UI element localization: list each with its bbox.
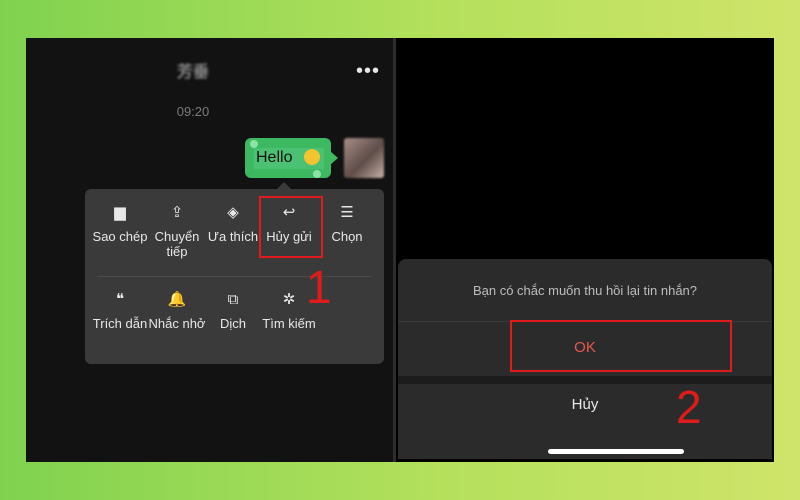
bubble-tail: [330, 151, 338, 165]
message-timestamp: 09:20: [176, 104, 210, 119]
selection-handle-start[interactable]: [250, 140, 258, 148]
menu-item-label: Chuyển tiếp: [154, 229, 200, 259]
sheet-gap: [398, 376, 772, 384]
menu-item-remind[interactable]: 🔔 Nhắc nhở: [147, 292, 207, 331]
quote-icon: ❝: [115, 291, 125, 308]
cancel-button[interactable]: Hủy: [398, 396, 772, 413]
menu-item-select[interactable]: ☰ Chọn: [317, 205, 377, 244]
message-text: Hello: [256, 149, 293, 166]
menu-item-forward[interactable]: ⇪ Chuyển tiếp: [147, 205, 207, 259]
menu-item-copy[interactable]: ▆ Sao chép: [90, 205, 150, 244]
menu-item-favorite[interactable]: ◈ Ưa thích: [203, 205, 263, 244]
menu-item-label: Ưa thích: [207, 229, 259, 244]
menu-item-quote[interactable]: ❝ Trích dẫn: [90, 292, 150, 331]
home-indicator: [548, 449, 684, 454]
message-context-menu: ▆ Sao chép ⇪ Chuyển tiếp ◈ Ưa thích ↩ Hủ…: [85, 182, 384, 364]
screenshot-frame: 芳垂 ••• 09:20 Hello ▆ Sao chép ⇪ Chuyển t…: [26, 38, 774, 462]
chat-title: 芳垂: [176, 64, 209, 81]
menu-item-label: Trích dẫn: [92, 316, 148, 331]
menu-item-label: Dịch: [219, 316, 246, 331]
menu-item-translate[interactable]: ⧉ Dịch: [203, 292, 263, 331]
menu-item-label: Chọn: [331, 229, 363, 244]
step-number-2: 2: [676, 381, 702, 433]
menu-item-label: Tìm kiếm: [262, 316, 316, 331]
share-icon: ⇪: [170, 204, 184, 221]
cube-icon: ◈: [227, 204, 239, 221]
chat-screen: 芳垂 ••• 09:20 Hello ▆ Sao chép ⇪ Chuyển t…: [26, 38, 393, 462]
menu-pointer: [277, 182, 291, 189]
highlight-box-ok: [510, 320, 732, 372]
bell-icon: 🔔: [167, 291, 187, 308]
translate-icon: ⧉: [227, 291, 239, 308]
document-icon: ▆: [114, 204, 126, 221]
message-bubble[interactable]: Hello: [245, 138, 338, 178]
menu-item-label: Sao chép: [92, 229, 148, 244]
selection-handle-end[interactable]: [313, 170, 321, 178]
more-options-icon[interactable]: •••: [356, 60, 380, 83]
menu-item-label: Nhắc nhở: [148, 316, 206, 331]
avatar[interactable]: [344, 138, 384, 178]
confirm-screen: Bạn có chắc muốn thu hồi lại tin nhắn? O…: [396, 38, 774, 462]
confirm-question: Bạn có chắc muốn thu hồi lại tin nhắn?: [472, 283, 698, 298]
highlight-box-unsend: [259, 196, 323, 258]
list-check-icon: ☰: [340, 204, 354, 221]
pleading-face-emoji-icon: [304, 149, 320, 165]
step-number-1: 1: [306, 261, 332, 313]
